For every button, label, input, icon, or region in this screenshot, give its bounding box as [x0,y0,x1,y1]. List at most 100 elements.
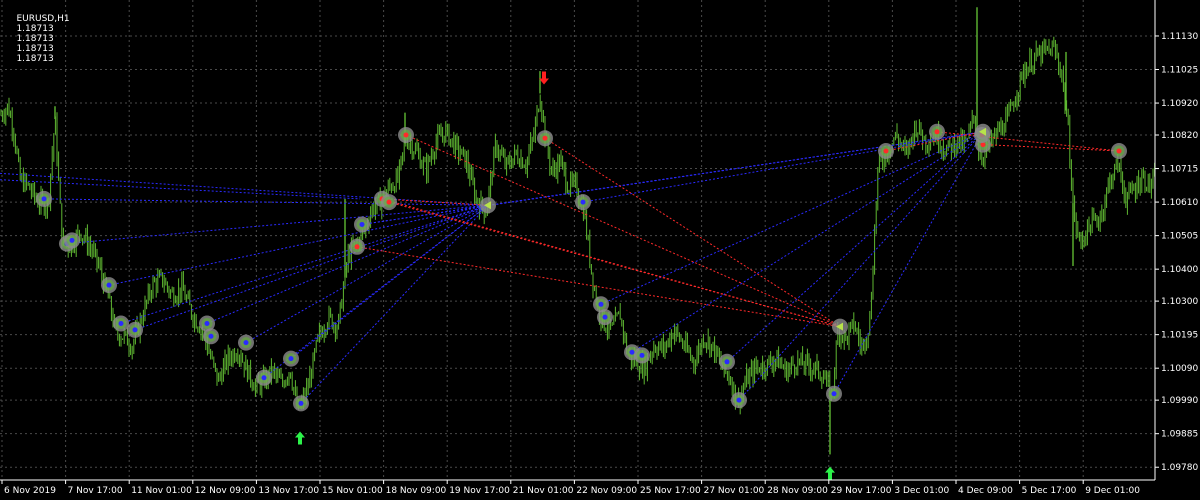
time-tick-label: 13 Nov 17:00 [258,486,319,496]
price-tick-label: 1.10820 [1161,131,1198,141]
marker-dot [629,349,635,355]
sell-marker [398,127,414,143]
price-tick-label: 1.09780 [1161,463,1198,473]
time-tick-label: 4 Dec 09:00 [958,486,1013,496]
open-price: 1.18713 [16,24,54,34]
buy-marker [826,385,842,402]
buy-trade-line [134,204,489,331]
marker-dot [386,199,392,205]
price-tick-label: 1.10300 [1161,297,1198,307]
time-axis: 6 Nov 2019 7 Nov 17:00 11 Nov 01:00 12 Nov … [0,479,1155,496]
marker-dot [602,314,608,320]
marker-dot [580,199,586,205]
marker-dot [261,375,267,381]
price-tick-label: 1.10400 [1161,265,1198,275]
marker-dot [132,327,138,333]
buy-marker [293,395,309,412]
buy-marker [64,232,80,249]
sell-marker [381,194,397,211]
price-tick-label: 1.10610 [1161,198,1198,208]
price-tick-label: 1.10715 [1161,165,1198,175]
sell-trade-line [982,144,1120,152]
marker-dot [359,221,365,227]
marker-dot [298,400,304,406]
marker-dot [831,391,837,397]
time-tick-label: 22 Nov 09:00 [576,486,637,496]
buy-trade-line [582,131,984,203]
grid-lines [0,0,1155,480]
time-tick-label: 7 Nov 17:00 [68,486,123,496]
buy-marker [101,277,117,294]
buy-trade-line [120,204,489,324]
price-tick-label: 1.09885 [1161,430,1198,440]
buy-marker [354,216,370,233]
buy-marker [256,369,272,386]
price-axis: 1.11130 1.11025 1.10920 1.10820 1.10715 1.106… [1154,0,1198,480]
marker-dot [354,244,360,250]
low-price: 1.18713 [16,44,54,54]
close-marker [975,123,991,140]
close-marker [832,318,848,335]
close-price: 1.18713 [16,54,54,64]
time-tick-label: 5 Dec 17:00 [1022,486,1077,496]
marker-dot [288,356,294,362]
marker-dot [736,397,742,403]
symbol-label: EURUSD,H1 [16,14,70,24]
marker-dot [106,282,112,288]
sell-trade-line [544,137,841,328]
time-tick-label: 11 Nov 01:00 [131,486,192,496]
sell-marker [1111,142,1127,159]
time-tick-label: 6 Nov 2019 [4,486,56,496]
buy-trade-line [833,131,984,394]
price-tick-label: 1.09990 [1161,396,1198,406]
price-tick-label: 1.10195 [1161,331,1198,341]
marker-dot [69,237,75,243]
buy-marker [36,190,52,207]
sell-marker [878,142,894,159]
price-tick-label: 1.10505 [1161,232,1198,242]
close-marker [480,197,496,214]
price-tick-label: 1.11130 [1161,32,1198,42]
sell-trade-line [405,134,841,328]
sell-marker [537,130,553,147]
buy-marker [575,194,591,211]
price-tick-label: 1.11025 [1161,66,1198,76]
buy-marker [731,392,747,409]
time-tick-label: 18 Nov 09:00 [386,486,447,496]
marker-dot [639,352,645,358]
marker-dot [208,333,214,339]
marker-dot [118,320,124,326]
candles [0,7,1156,455]
time-tick-label: 3 Dec 01:00 [894,486,949,496]
time-tick-label: 27 Nov 01:00 [704,486,765,496]
buy-marker [597,309,613,326]
time-tick-label: 9 Dec 01:00 [1085,486,1140,496]
buy-marker [238,334,254,351]
buy-marker [113,315,129,332]
buy-marker [203,328,219,345]
marker-dot [243,340,249,346]
sell-marker [929,123,945,140]
buy-marker [634,347,650,364]
symbol-info-bar: EURUSD,H1 1.18713 1.18713 1.18713 1.1871… [5,4,74,74]
marker-dot [403,132,409,138]
marker-dot [724,359,730,365]
price-chart[interactable]: 1.11130 1.11025 1.10920 1.10820 1.10715 1.106… [0,0,1200,500]
buy-marker [283,350,299,367]
buy-trade-line [0,179,361,200]
time-tick-label: 21 Nov 01:00 [513,486,574,496]
marker-dot [204,320,210,326]
trade-links [0,131,1120,404]
buy-trade-line [631,131,984,353]
price-tick-label: 1.10090 [1161,364,1198,374]
sell-marker [349,238,365,255]
buy-signal-arrow-up-icon [825,466,835,480]
time-tick-label: 28 Nov 09:00 [767,486,828,496]
chart-window[interactable]: 1.11130 1.11025 1.10920 1.10820 1.10715 1.106… [0,0,1200,500]
time-tick-label: 29 Nov 17:00 [831,486,892,496]
price-tick-label: 1.10920 [1161,99,1198,109]
marker-dot [1116,148,1122,154]
time-tick-label: 19 Nov 17:00 [449,486,510,496]
time-tick-label: 12 Nov 09:00 [195,486,256,496]
marker-dot [883,148,889,154]
